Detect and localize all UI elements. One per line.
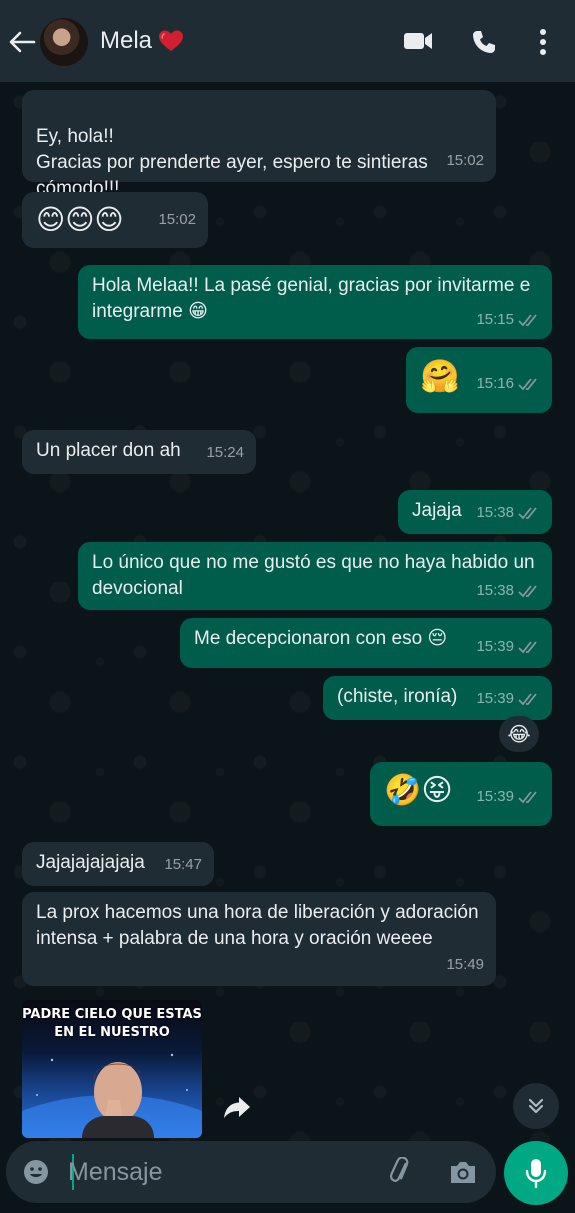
microphone-icon — [525, 1159, 547, 1189]
double-chevron-down-icon — [528, 1098, 544, 1114]
forward-share-icon[interactable] — [222, 1094, 252, 1120]
message-incoming[interactable]: Un placer don ah 15:24 — [22, 430, 256, 474]
message-incoming[interactable]: 😊😊😊 15:02 — [22, 192, 208, 248]
message-text: Lo único que no me gustó es que no haya … — [92, 552, 535, 599]
message-time: 15:47 — [164, 856, 202, 873]
more-vert-icon[interactable] — [536, 28, 550, 56]
voice-record-button[interactable] — [504, 1141, 568, 1205]
message-time-status: 15:38 — [476, 500, 540, 526]
attach-paperclip-icon[interactable] — [386, 1157, 416, 1187]
contact-name-text: Mela — [100, 27, 153, 54]
message-time-status: 15:39 — [476, 776, 540, 818]
message-time: 15:24 — [206, 444, 244, 461]
scroll-to-bottom-button[interactable] — [513, 1083, 559, 1129]
message-time-status: 15:39 — [476, 634, 540, 660]
message-time: 15:02 — [158, 211, 196, 228]
read-ticks-icon — [518, 507, 537, 520]
heart-icon — [159, 30, 184, 51]
message-time: 15:49 — [446, 956, 484, 973]
message-text: Hola Melaa!! La pasé genial, gracias por… — [92, 275, 531, 322]
message-reaction[interactable]: 😂 — [499, 716, 539, 752]
message-time: 15:38 — [476, 582, 514, 599]
contact-name[interactable]: Mela — [100, 27, 184, 55]
message-incoming[interactable]: Ey, hola!! Gracias por prenderte ayer, e… — [22, 90, 496, 199]
video-call-icon[interactable] — [402, 28, 434, 54]
message-time: 15:38 — [476, 504, 514, 521]
message-time: 15:39 — [476, 690, 514, 707]
camera-icon[interactable] — [448, 1158, 478, 1186]
message-outgoing[interactable]: Jajaja 15:38 — [398, 490, 552, 534]
message-incoming[interactable]: La prox hacemos una hora de liberación y… — [22, 892, 496, 986]
read-ticks-icon — [518, 641, 537, 654]
message-incoming[interactable]: Jajajajajajaja 15:47 — [22, 842, 214, 886]
emoji-icon[interactable] — [22, 1158, 50, 1186]
message-time: 15:15 — [476, 311, 514, 328]
chat-wallpaper[interactable]: Ey, hola!! Gracias por prenderte ayer, e… — [0, 82, 575, 1142]
read-ticks-icon — [518, 693, 537, 706]
message-outgoing[interactable]: Me decepcionaron con eso 😔 15:39 — [180, 618, 552, 668]
message-text: La prox hacemos una hora de liberación y… — [36, 902, 479, 949]
message-text: Ey, hola!! Gracias por prenderte ayer, e… — [36, 126, 428, 199]
read-ticks-icon — [518, 791, 537, 804]
message-input[interactable] — [68, 1155, 368, 1189]
back-arrow-icon[interactable] — [6, 26, 38, 58]
message-time: 15:39 — [476, 788, 514, 805]
reaction-emoji: 😂 — [507, 723, 531, 746]
message-outgoing[interactable]: 🤗 15:16 — [406, 347, 552, 413]
message-outgoing[interactable]: Lo único que no me gustó es que no haya … — [78, 542, 552, 610]
read-ticks-icon — [518, 585, 537, 598]
message-time: 15:02 — [446, 152, 484, 169]
chat-header: Mela — [0, 0, 575, 82]
message-time-status: 15:16 — [476, 363, 540, 405]
message-outgoing[interactable]: (chiste, ironía) 15:39 — [323, 676, 552, 720]
read-ticks-icon — [518, 378, 537, 391]
message-composer — [6, 1141, 496, 1203]
message-time-status: 15:15 — [476, 307, 540, 333]
message-time: 15:16 — [476, 375, 514, 392]
message-time-status: 15:39 — [476, 686, 540, 712]
read-ticks-icon — [518, 314, 537, 327]
avatar[interactable] — [40, 18, 88, 66]
media-caption: PADRE CIELO QUE ESTAS EN EL NUESTRO — [22, 1007, 202, 1040]
message-outgoing[interactable]: 🤣😝 15:39 — [370, 762, 552, 826]
message-time: 15:39 — [476, 638, 514, 655]
message-time-status: 15:38 — [476, 578, 540, 604]
media-video-thumbnail[interactable]: PADRE CIELO QUE ESTAS EN EL NUESTRO — [22, 1000, 202, 1138]
phone-call-icon[interactable] — [470, 28, 498, 56]
message-outgoing[interactable]: Hola Melaa!! La pasé genial, gracias por… — [78, 265, 552, 339]
